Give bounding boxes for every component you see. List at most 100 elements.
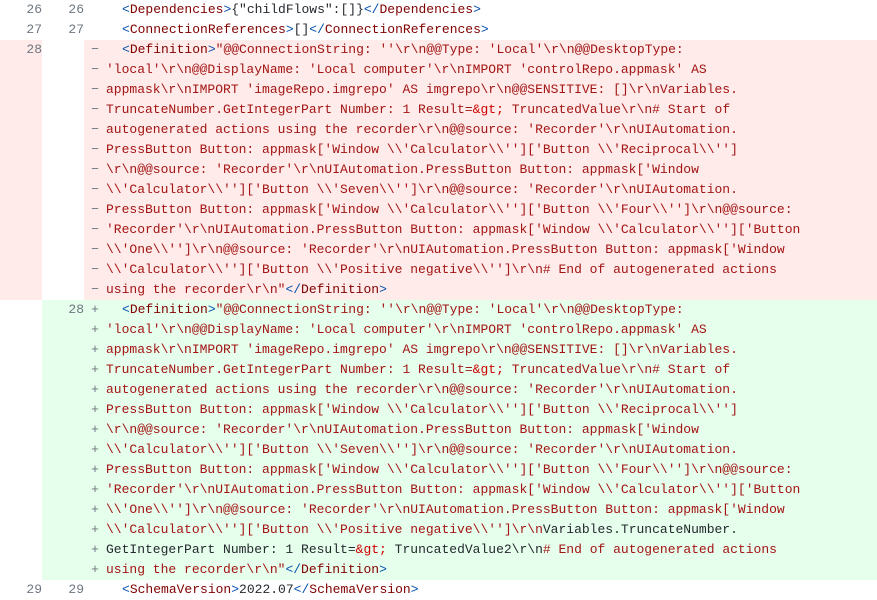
diff-line[interactable]: −autogenerated actions using the recorde… [0,120,877,140]
old-line-number[interactable]: 29 [0,580,42,600]
new-line-number[interactable] [42,440,84,460]
new-line-number[interactable] [42,100,84,120]
new-line-number[interactable] [42,80,84,100]
diff-line[interactable]: −using the recorder\r\n"</Definition> [0,280,877,300]
code-content[interactable]: using the recorder\r\n"</Definition> [106,280,877,300]
new-line-number[interactable] [42,220,84,240]
old-line-number[interactable] [0,560,42,580]
diff-line[interactable]: +'Recorder'\r\nUIAutomation.PressButton … [0,480,877,500]
old-line-number[interactable] [0,160,42,180]
code-content[interactable]: 'Recorder'\r\nUIAutomation.PressButton B… [106,480,877,500]
new-line-number[interactable] [42,280,84,300]
code-content[interactable]: PressButton Button: appmask['Window \\'C… [106,400,877,420]
new-line-number[interactable] [42,480,84,500]
new-line-number[interactable] [42,140,84,160]
code-content[interactable]: PressButton Button: appmask['Window \\'C… [106,200,877,220]
old-line-number[interactable] [0,360,42,380]
old-line-number[interactable] [0,200,42,220]
old-line-number[interactable] [0,480,42,500]
code-content[interactable]: \\'Calculator\\'']['Button \\'Positive n… [106,520,877,540]
diff-line[interactable]: +TruncateNumber.GetIntegerPart Number: 1… [0,360,877,380]
code-content[interactable]: \\'One\\'']\r\n@@source: 'Recorder'\r\nU… [106,500,877,520]
old-line-number[interactable] [0,420,42,440]
code-content[interactable]: TruncateNumber.GetIntegerPart Number: 1 … [106,100,877,120]
old-line-number[interactable] [0,80,42,100]
diff-line[interactable]: −TruncateNumber.GetIntegerPart Number: 1… [0,100,877,120]
old-line-number[interactable] [0,120,42,140]
diff-line[interactable]: +\\'One\\'']\r\n@@source: 'Recorder'\r\n… [0,500,877,520]
new-line-number[interactable]: 27 [42,20,84,40]
new-line-number[interactable] [42,60,84,80]
new-line-number[interactable] [42,340,84,360]
diff-line[interactable]: +\\'Calculator\\'']['Button \\'Positive … [0,520,877,540]
new-line-number[interactable] [42,120,84,140]
diff-line[interactable]: 28− <Definition>"@@ConnectionString: ''\… [0,40,877,60]
diff-line[interactable]: 2727 <ConnectionReferences>[]</Connectio… [0,20,877,40]
old-line-number[interactable] [0,220,42,240]
old-line-number[interactable] [0,380,42,400]
old-line-number[interactable] [0,340,42,360]
new-line-number[interactable]: 29 [42,580,84,600]
old-line-number[interactable]: 27 [0,20,42,40]
diff-line[interactable]: −'Recorder'\r\nUIAutomation.PressButton … [0,220,877,240]
diff-line[interactable]: +PressButton Button: appmask['Window \\'… [0,460,877,480]
diff-line[interactable]: +appmask\r\nIMPORT 'imageRepo.imgrepo' A… [0,340,877,360]
code-content[interactable]: <ConnectionReferences>[]</ConnectionRefe… [106,20,877,40]
diff-line[interactable]: +'local'\r\n@@DisplayName: 'Local comput… [0,320,877,340]
diff-line[interactable]: −appmask\r\nIMPORT 'imageRepo.imgrepo' A… [0,80,877,100]
old-line-number[interactable]: 28 [0,40,42,60]
code-content[interactable]: using the recorder\r\n"</Definition> [106,560,877,580]
code-content[interactable]: TruncateNumber.GetIntegerPart Number: 1 … [106,360,877,380]
old-line-number[interactable]: 26 [0,0,42,20]
old-line-number[interactable] [0,500,42,520]
code-content[interactable]: PressButton Button: appmask['Window \\'C… [106,140,877,160]
new-line-number[interactable] [42,560,84,580]
old-line-number[interactable] [0,460,42,480]
code-content[interactable]: appmask\r\nIMPORT 'imageRepo.imgrepo' AS… [106,80,877,100]
code-content[interactable]: 'Recorder'\r\nUIAutomation.PressButton B… [106,220,877,240]
old-line-number[interactable] [0,240,42,260]
new-line-number[interactable] [42,380,84,400]
new-line-number[interactable] [42,360,84,380]
code-content[interactable]: GetIntegerPart Number: 1 Result=&gt; Tru… [106,540,877,560]
diff-line[interactable]: −\r\n@@source: 'Recorder'\r\nUIAutomatio… [0,160,877,180]
new-line-number[interactable]: 26 [42,0,84,20]
old-line-number[interactable] [0,300,42,320]
diff-line[interactable]: +\\'Calculator\\'']['Button \\'Seven\\''… [0,440,877,460]
new-line-number[interactable] [42,200,84,220]
diff-line[interactable]: −PressButton Button: appmask['Window \\'… [0,200,877,220]
code-content[interactable]: appmask\r\nIMPORT 'imageRepo.imgrepo' AS… [106,340,877,360]
new-line-number[interactable] [42,160,84,180]
diff-line[interactable]: 2626 <Dependencies>{"childFlows":[]}</De… [0,0,877,20]
diff-line[interactable]: +\r\n@@source: 'Recorder'\r\nUIAutomatio… [0,420,877,440]
diff-line[interactable]: +using the recorder\r\n"</Definition> [0,560,877,580]
code-content[interactable]: \\'One\\'']\r\n@@source: 'Recorder'\r\nU… [106,240,877,260]
diff-line[interactable]: +GetIntegerPart Number: 1 Result=&gt; Tr… [0,540,877,560]
code-content[interactable]: \\'Calculator\\'']['Button \\'Positive n… [106,260,877,280]
new-line-number[interactable] [42,420,84,440]
old-line-number[interactable] [0,540,42,560]
code-content[interactable]: <Dependencies>{"childFlows":[]}</Depende… [106,0,877,20]
diff-line[interactable]: −\\'Calculator\\'']['Button \\'Seven\\''… [0,180,877,200]
old-line-number[interactable] [0,520,42,540]
new-line-number[interactable] [42,500,84,520]
new-line-number[interactable] [42,320,84,340]
code-content[interactable]: \\'Calculator\\'']['Button \\'Seven\\'']… [106,180,877,200]
new-line-number[interactable] [42,400,84,420]
code-content[interactable]: \r\n@@source: 'Recorder'\r\nUIAutomation… [106,420,877,440]
diff-line[interactable]: −\\'One\\'']\r\n@@source: 'Recorder'\r\n… [0,240,877,260]
code-content[interactable]: <SchemaVersion>2022.07</SchemaVersion> [106,580,877,600]
new-line-number[interactable] [42,260,84,280]
code-content[interactable]: <Definition>"@@ConnectionString: ''\r\n@… [106,300,877,320]
old-line-number[interactable] [0,440,42,460]
diff-line[interactable]: +autogenerated actions using the recorde… [0,380,877,400]
old-line-number[interactable] [0,60,42,80]
diff-line[interactable]: +PressButton Button: appmask['Window \\'… [0,400,877,420]
diff-line[interactable]: −PressButton Button: appmask['Window \\'… [0,140,877,160]
code-content[interactable]: \\'Calculator\\'']['Button \\'Seven\\'']… [106,440,877,460]
diff-line[interactable]: −'local'\r\n@@DisplayName: 'Local comput… [0,60,877,80]
code-content[interactable]: \r\n@@source: 'Recorder'\r\nUIAutomation… [106,160,877,180]
code-content[interactable]: 'local'\r\n@@DisplayName: 'Local compute… [106,320,877,340]
old-line-number[interactable] [0,280,42,300]
new-line-number[interactable] [42,460,84,480]
